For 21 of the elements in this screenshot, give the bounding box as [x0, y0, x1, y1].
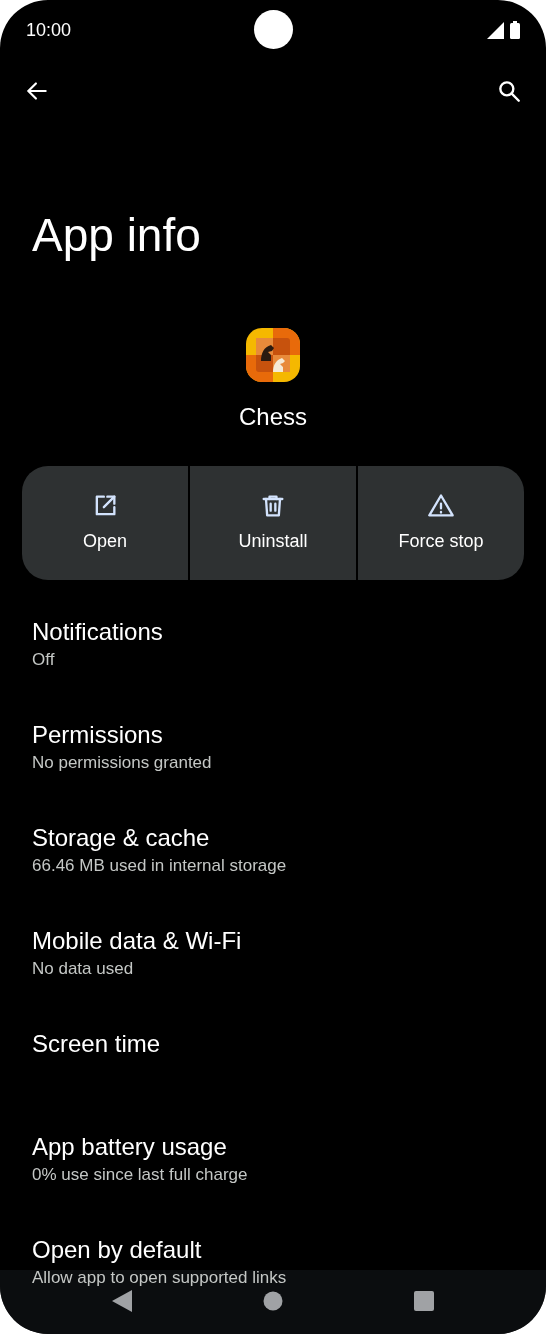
- action-button[interactable]: Force stop: [358, 466, 524, 580]
- warning-icon: [427, 491, 455, 520]
- settings-item[interactable]: Permissions No permissions granted: [0, 703, 546, 806]
- settings-item[interactable]: App battery usage 0% use since last full charge: [0, 1115, 546, 1218]
- app-name: Chess: [239, 402, 307, 432]
- settings-item[interactable]: Storage & cache 66.46 MB used in internal storage: [0, 806, 546, 909]
- settings-item[interactable]: Open by default Allow app to open supported links: [0, 1218, 546, 1321]
- status-time: 10:00: [26, 18, 72, 42]
- battery-icon: [510, 21, 520, 39]
- settings-item[interactable]: Mobile data & Wi-Fi No data used: [0, 909, 546, 1012]
- camera-cutout: [254, 10, 293, 49]
- chess-app-icon: [246, 328, 300, 382]
- action-button[interactable]: Open: [22, 466, 188, 580]
- settings-item[interactable]: Notifications Off: [0, 600, 546, 703]
- back-icon[interactable]: [112, 1290, 132, 1312]
- action-button[interactable]: Uninstall: [190, 466, 356, 580]
- signal-icon: [487, 21, 504, 39]
- settings-item[interactable]: Screen time: [0, 1012, 546, 1115]
- home-icon[interactable]: [263, 1291, 283, 1311]
- search-icon[interactable]: [496, 78, 522, 104]
- page-title: App info: [31, 208, 202, 262]
